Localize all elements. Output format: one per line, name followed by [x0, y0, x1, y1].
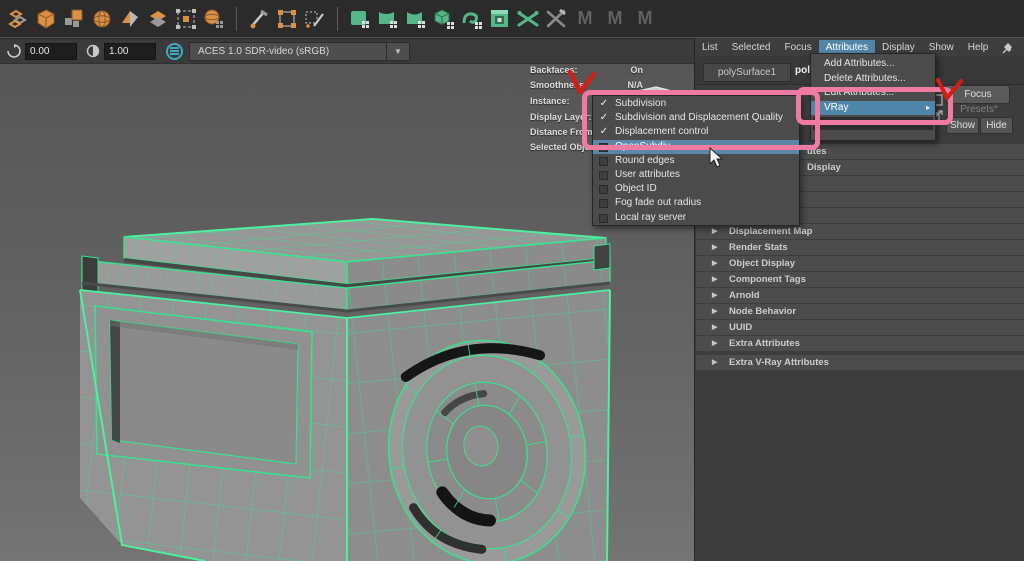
main-toolbar: M M M	[0, 0, 1024, 38]
m-tool-icon-1[interactable]: M	[570, 6, 600, 32]
expand-arrow-icon: ▶	[712, 228, 718, 235]
menu-item-label: User attributes	[615, 168, 681, 180]
tab-polysurface1[interactable]: polySurface1	[703, 63, 791, 82]
gamma-icon[interactable]	[85, 43, 101, 59]
section-label: Display	[807, 162, 841, 173]
section-label: Render Stats	[729, 242, 788, 253]
menu-item-add-attributes[interactable]: Add Attributes...	[811, 57, 935, 72]
expand-arrow-icon: ▶	[712, 324, 718, 331]
menu-item-local-ray-server[interactable]: Local ray server	[593, 211, 799, 225]
menu-item-label: Round edges	[615, 154, 675, 166]
section-label: Node Behavior	[729, 306, 797, 317]
expand-arrow-icon: ▶	[712, 340, 718, 347]
maya-window: M M M ACES 1.0 SDR-video (sRGB) ▼	[0, 0, 1024, 561]
pink-highlight-box-vray	[796, 87, 953, 125]
toolbar-separator	[236, 6, 237, 31]
menu-list[interactable]: List	[695, 40, 725, 55]
section-row-displacement-map[interactable]: ▶ Displacement Map	[696, 224, 1024, 239]
hud-label: Instance:	[530, 96, 570, 106]
sphere-wire-icon[interactable]	[89, 6, 115, 32]
cube-icon[interactable]	[33, 6, 59, 32]
fold-plane-icon[interactable]	[117, 6, 143, 32]
checkbox-icon	[599, 156, 608, 166]
exposure-icon[interactable]	[6, 43, 22, 59]
menu-item-fog-fade-out-radius[interactable]: Fog fade out radius	[593, 196, 799, 210]
checkbox-icon	[599, 213, 608, 223]
viewport-toolbar: ACES 1.0 SDR-video (sRGB) ▼	[0, 39, 694, 64]
menu-item-label: Object ID	[615, 183, 657, 195]
scale-box-tool-icon[interactable]	[274, 6, 300, 32]
gray-cross-tools-icon[interactable]	[543, 6, 569, 32]
green-square-icon[interactable]	[347, 6, 373, 32]
red-check-annotation-2	[936, 78, 963, 100]
section-row-render-stats[interactable]: ▶ Render Stats	[696, 240, 1024, 255]
exposure-field[interactable]	[25, 42, 77, 60]
knife-tool-icon[interactable]	[246, 6, 272, 32]
red-check-annotation-1	[567, 69, 597, 95]
expand-arrow-icon: ▶	[712, 244, 718, 251]
green-cross-tools-icon[interactable]	[515, 6, 541, 32]
section-label: Component Tags	[729, 274, 806, 285]
section-label: Arnold	[729, 290, 760, 301]
pink-highlight-box-subdivision-items	[582, 90, 820, 150]
green-notch-square-icon-2[interactable]	[403, 6, 429, 32]
color-management-icon[interactable]	[166, 42, 183, 60]
section-row-object-display[interactable]: ▶ Object Display	[696, 256, 1024, 271]
colorspace-dropdown[interactable]: ACES 1.0 SDR-video (sRGB)	[189, 41, 387, 61]
checkbox-icon	[599, 185, 608, 195]
lasso-pen-tool-icon[interactable]	[302, 6, 328, 32]
menu-item-delete-attributes[interactable]: Delete Attributes...	[811, 72, 935, 87]
mouse-cursor	[709, 147, 724, 168]
hud-value: On	[630, 65, 644, 75]
checkbox-icon	[599, 170, 608, 180]
section-row-uuid[interactable]: ▶ UUID	[696, 320, 1024, 335]
section-label: Extra Attributes	[729, 338, 800, 349]
presets-label[interactable]: Presets*	[948, 104, 1010, 116]
checkbox-icon	[599, 199, 608, 209]
m-tool-icon-3[interactable]: M	[630, 6, 660, 32]
menu-item-label: Fog fade out radius	[615, 197, 702, 209]
expand-arrow-icon: ▶	[712, 292, 718, 299]
menu-item-object-id[interactable]: Object ID	[593, 182, 799, 196]
expand-arrow-icon: ▶	[712, 276, 718, 283]
layer-diamonds-icon[interactable]	[145, 6, 171, 32]
section-row-node-behavior[interactable]: ▶ Node Behavior	[696, 304, 1024, 319]
hide-button[interactable]: Hide	[980, 117, 1013, 134]
green-notch-square-icon-1[interactable]	[375, 6, 401, 32]
green-window-icon[interactable]	[487, 6, 513, 32]
section-label: Extra V-Ray Attributes	[729, 357, 829, 368]
green-curve-icon[interactable]	[459, 6, 485, 32]
section-row-extra-attributes[interactable]: ▶ Extra Attributes	[696, 336, 1024, 351]
menu-item-label: Local ray server	[615, 211, 687, 223]
section-label: Object Display	[729, 258, 795, 269]
menu-item-round-edges[interactable]: Round edges	[593, 154, 799, 168]
menu-selected[interactable]: Selected	[725, 40, 778, 55]
grid-square-icon[interactable]	[61, 6, 87, 32]
select-box-icon[interactable]	[173, 6, 199, 32]
gamma-field[interactable]	[104, 42, 156, 60]
expand-arrow-icon: ▶	[712, 308, 718, 315]
green-cube-icon[interactable]	[431, 6, 457, 32]
toolbar-separator	[337, 6, 338, 31]
expand-arrow-icon: ▶	[712, 359, 718, 366]
section-row-arnold[interactable]: ▶ Arnold	[696, 288, 1024, 303]
section-label: UUID	[729, 322, 753, 333]
section-row-component-tags[interactable]: ▶ Component Tags	[696, 272, 1024, 287]
sphere-grid-icon[interactable]	[201, 6, 227, 32]
diamonds-stack-icon[interactable]	[5, 6, 31, 32]
expand-arrow-icon: ▶	[712, 260, 718, 267]
chevron-down-icon[interactable]: ▼	[387, 41, 410, 61]
menu-help[interactable]: Help	[961, 40, 996, 55]
section-label: Displacement Map	[729, 226, 813, 237]
menu-item-user-attributes[interactable]: User attributes	[593, 168, 799, 182]
section-row-extra-vray-attributes[interactable]: ▶ Extra V-Ray Attributes	[696, 355, 1024, 370]
m-tool-icon-2[interactable]: M	[600, 6, 630, 32]
